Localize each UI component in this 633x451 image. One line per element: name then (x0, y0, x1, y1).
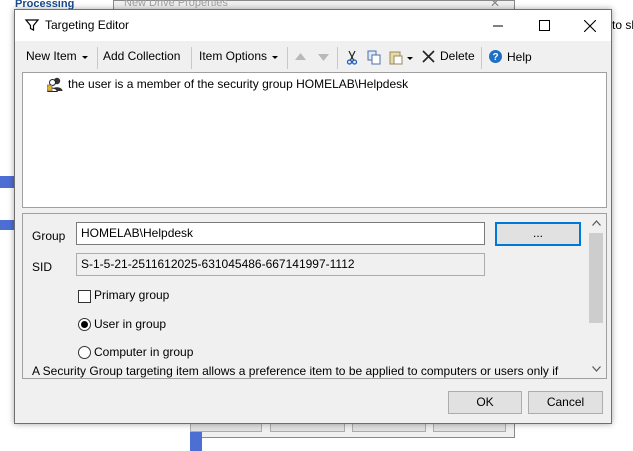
add-collection-label: Add Collection (103, 49, 181, 63)
filter-icon (24, 17, 40, 33)
dropdown-caret-icon (272, 55, 279, 59)
computer-in-group-label: Computer in group (94, 345, 194, 359)
close-button[interactable] (567, 10, 613, 41)
cut-button[interactable] (345, 50, 359, 65)
background-window-bottom (0, 423, 202, 451)
maximize-icon (538, 20, 550, 31)
tree-item[interactable]: the user is a member of the security gro… (47, 76, 408, 92)
delete-label: Delete (440, 49, 475, 63)
copy-icon (367, 50, 381, 65)
security-group-icon (47, 77, 63, 92)
scroll-thumb[interactable] (589, 233, 603, 323)
minimize-button[interactable] (475, 10, 521, 41)
sid-field[interactable]: S-1-5-21-2511612025-631045486-667141997-… (76, 253, 485, 276)
toolbar-separator (481, 47, 482, 69)
dropdown-caret-icon (407, 57, 413, 60)
toolbar: New Item Add Collection Item Options Del… (15, 45, 611, 71)
toolbar-separator (191, 47, 192, 69)
tree-item-label: the user is a member of the security gro… (68, 77, 409, 91)
scroll-up-button[interactable] (587, 214, 606, 231)
arrow-down-icon (318, 54, 329, 61)
background-drive-window-title: New Drive Properties (124, 0, 228, 8)
dropdown-caret-icon (81, 55, 88, 59)
arrow-up-icon (295, 53, 306, 60)
toolbar-separator (287, 47, 288, 69)
background-text: to sh (612, 18, 633, 32)
paste-menu[interactable] (389, 50, 413, 65)
move-down-button[interactable] (317, 52, 330, 62)
primary-group-label: Primary group (94, 288, 170, 302)
targeting-item-tree[interactable]: the user is a member of the security gro… (22, 72, 607, 208)
paste-icon (389, 51, 403, 65)
item-options-menu[interactable]: Item Options (199, 49, 279, 63)
group-input[interactable]: HOMELAB\Helpdesk (76, 222, 485, 245)
radio-selected-dot (81, 321, 88, 328)
sid-label: SID (32, 260, 53, 274)
chevron-up-icon (592, 219, 601, 226)
title-bar[interactable]: Targeting Editor (15, 10, 611, 41)
chevron-down-icon (592, 365, 601, 372)
background-accent-bar (0, 220, 14, 230)
svg-text:?: ? (492, 52, 498, 63)
toolbar-separator (97, 47, 98, 69)
user-in-group-label: User in group (94, 317, 167, 331)
computer-in-group-radio[interactable] (78, 346, 91, 359)
group-label: Group (32, 229, 66, 243)
description-text: A Security Group targeting item allows a… (32, 364, 559, 378)
new-item-menu[interactable]: New Item (26, 49, 88, 63)
maximize-button[interactable] (521, 10, 567, 41)
cancel-button[interactable]: Cancel (528, 391, 603, 414)
copy-button[interactable] (367, 50, 382, 65)
add-collection-button[interactable]: Add Collection (103, 49, 180, 63)
properties-scrollbar[interactable] (587, 214, 606, 378)
background-button (352, 424, 426, 432)
help-label: Help (507, 49, 532, 64)
targeting-editor-dialog: Targeting Editor New Item Add Collection… (14, 9, 612, 424)
primary-group-checkbox[interactable] (78, 290, 91, 303)
new-item-label: New Item (26, 49, 77, 63)
move-up-button[interactable] (294, 52, 307, 62)
delete-button[interactable]: Delete (422, 49, 475, 63)
background-close-icon: ✕ (490, 0, 501, 8)
toolbar-separator (337, 47, 338, 69)
user-in-group-radio[interactable] (78, 318, 91, 331)
background-button (270, 424, 345, 432)
ok-button[interactable]: OK (448, 391, 522, 414)
scroll-down-button[interactable] (587, 360, 606, 377)
background-button (190, 424, 262, 432)
help-icon: ? (489, 50, 502, 63)
background-accent-bar (0, 176, 14, 188)
help-button[interactable]: ? Help (488, 49, 532, 64)
item-options-label: Item Options (199, 49, 268, 63)
dialog-title: Targeting Editor (45, 18, 130, 32)
close-icon (584, 19, 596, 32)
background-button (433, 424, 506, 432)
scissors-icon (346, 50, 358, 65)
browse-group-button[interactable]: ... (495, 222, 581, 246)
properties-panel: Group HOMELAB\Helpdesk ... SID S-1-5-21-… (22, 213, 607, 379)
delete-x-icon (422, 49, 435, 63)
minimize-icon (493, 25, 503, 26)
